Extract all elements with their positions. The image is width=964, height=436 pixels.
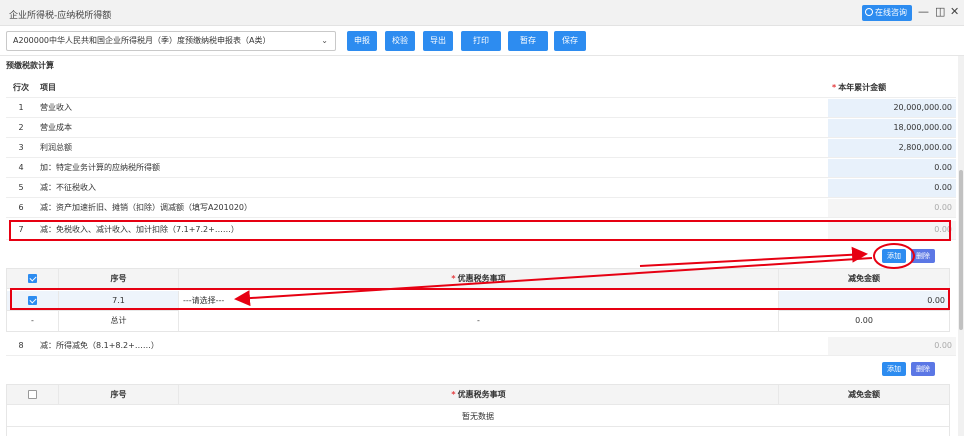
annotation-arrow-2 [234,257,873,307]
annotation-overlay [234,243,915,307]
annotation-circle [873,243,915,269]
